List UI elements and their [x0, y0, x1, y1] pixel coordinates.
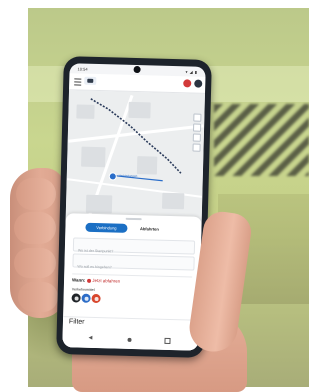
back-icon[interactable]: ◀	[88, 335, 92, 341]
phone-screen: 10:54 ▾ ◢ ▮ Verbindungen	[62, 63, 205, 350]
route-planner-sheet: Verbindung Abfahrten Wann:Jetzt abfahren…	[62, 213, 201, 351]
tab-verbindung[interactable]: Verbindung	[85, 223, 127, 233]
map-label: Verbindungen	[119, 174, 138, 178]
account-icon[interactable]	[194, 80, 202, 88]
sheet-handle[interactable]	[126, 218, 142, 220]
menu-icon[interactable]	[74, 78, 81, 85]
destination-field[interactable]	[72, 253, 194, 270]
status-time: 10:54	[78, 66, 88, 71]
tab-abfahrten[interactable]: Abfahrten	[131, 224, 167, 234]
clock-icon	[87, 279, 91, 283]
mode-tabs: Verbindung Abfahrten	[85, 223, 185, 235]
finger	[14, 212, 56, 244]
tram-icon[interactable]	[81, 294, 90, 303]
recent-apps-icon[interactable]	[164, 338, 170, 344]
map-zoom-in[interactable]	[193, 114, 201, 122]
system-nav-bar: ◀	[62, 329, 198, 351]
finger	[18, 282, 58, 312]
start-field[interactable]	[73, 237, 195, 254]
map-locate[interactable]	[193, 134, 201, 142]
map-zoom-out[interactable]	[193, 124, 201, 132]
time-label: Wann	[72, 277, 84, 282]
bus-icon[interactable]	[71, 293, 80, 302]
time-selector[interactable]: Wann:Jetzt abfahren	[72, 277, 120, 283]
map-view[interactable]: Verbindungen	[65, 90, 205, 234]
smartphone: 10:54 ▾ ◢ ▮ Verbindungen	[56, 56, 212, 358]
filter-label: Filter	[69, 318, 85, 325]
home-icon[interactable]	[127, 338, 131, 342]
time-link[interactable]: Jetzt abfahren	[92, 278, 120, 284]
modes-label: Verkehrsmittel	[72, 287, 95, 292]
profile-icon[interactable]	[183, 79, 191, 87]
train-icon[interactable]	[91, 294, 100, 303]
route-line	[65, 90, 205, 234]
map-layers[interactable]	[192, 144, 200, 152]
app-logo-icon	[84, 77, 96, 85]
finger	[14, 248, 56, 278]
wall-pattern	[214, 104, 309, 176]
finger	[16, 178, 56, 210]
status-icons: ▾ ◢ ▮	[185, 69, 197, 74]
